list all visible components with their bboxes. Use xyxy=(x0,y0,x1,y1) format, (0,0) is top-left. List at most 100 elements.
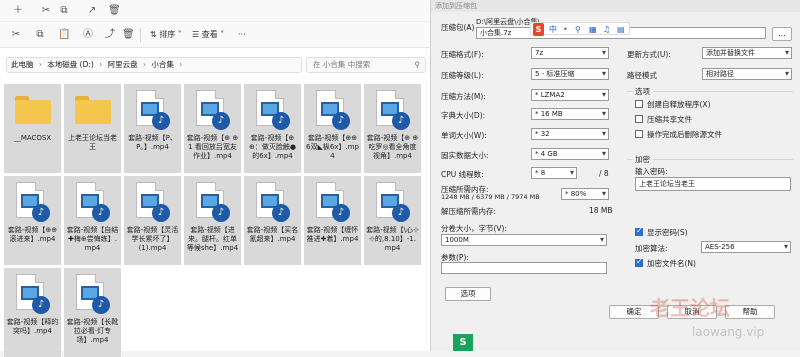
sort-button[interactable]: ⇅ 排序 ˅ xyxy=(150,28,182,42)
file-item[interactable]: ♪ 套路-视频【\心⊹⊹的,8.10】-1.mp4 xyxy=(364,176,421,265)
file-name: 套路-视频【P、P。】.mp4 xyxy=(128,134,177,151)
video-file-icon: ♪ xyxy=(136,182,170,222)
cut-icon[interactable]: ✂ xyxy=(10,29,22,41)
delete-icon[interactable]: 🗑 xyxy=(108,5,121,17)
file-item[interactable]: ♪ 套路-视频【P、P。】.mp4 xyxy=(124,84,181,173)
video-file-icon: ♪ xyxy=(376,182,410,222)
shared-files-label: 压缩共享文件 xyxy=(647,115,692,124)
chevron-down-icon: ˅ xyxy=(217,30,225,39)
file-item[interactable]: ♪ 套路-视频【⊕⊕6双◣枞6x】.mp4 xyxy=(304,84,361,173)
cut-icon[interactable]: ✂ xyxy=(40,5,52,17)
ime-punctuation-icon[interactable]: • xyxy=(563,23,568,36)
file-item[interactable]: ♪ 套路-视频【进来。腿杆。红单等候she】.mp4 xyxy=(184,176,241,265)
microphone-icon[interactable]: ⚲ xyxy=(575,23,581,36)
path-mode-label: 路径模式 xyxy=(627,71,657,80)
solid-select[interactable]: * 4 GB xyxy=(531,148,609,160)
encryption-method-label: 加密算法: xyxy=(635,244,668,253)
file-item[interactable]: ♪ 套路-视频【⊕⊕滚进来】.mp4 xyxy=(4,176,61,265)
method-select[interactable]: * LZMA2 xyxy=(531,89,609,101)
file-name: 套路-视频【缠怀推进✚着】.mp4 xyxy=(306,226,359,243)
sfx-label: 创建自释放程序(X) xyxy=(647,100,711,109)
ime-language-toggle[interactable]: 中 xyxy=(549,23,557,36)
breadcrumb-item[interactable]: 此电脑 xyxy=(11,60,34,69)
browse-button[interactable]: ... xyxy=(772,27,792,41)
file-name: 套路-视频【长靴拉必看·灯专场】.mp4 xyxy=(66,318,119,344)
new-item-icon[interactable]: ＋ xyxy=(12,5,24,17)
paste-icon[interactable]: 📋 xyxy=(58,29,70,41)
cpu-select[interactable]: * 8 xyxy=(531,167,577,179)
method-label: 压缩方法(M): xyxy=(441,92,486,101)
keyboard-icon[interactable]: ▦ xyxy=(589,23,597,36)
sfx-checkbox[interactable] xyxy=(635,100,643,108)
file-name: 上老王论坛当老王 xyxy=(68,134,117,151)
skin-icon[interactable]: ♫ xyxy=(603,23,610,36)
params-field[interactable] xyxy=(441,262,607,274)
file-item[interactable]: ♪ 套路-视频【⊕ ⊕：做灭脸触●的6x】.mp4 xyxy=(244,84,301,173)
encrypt-names-checkbox[interactable] xyxy=(635,257,643,267)
file-name: 套路-视频【买名氰超来】.mp4 xyxy=(246,226,299,243)
share-icon[interactable]: ⤴ xyxy=(104,29,116,41)
rename-icon[interactable]: Ⓐ xyxy=(82,29,94,41)
file-item[interactable]: ♪ 套路-视频【买名氰超来】.mp4 xyxy=(244,176,301,265)
file-item[interactable]: ♪ 套路-视频【⊕ ⊕1 看回放吕宽友作业】.mp4 xyxy=(184,84,241,173)
watermark-logo: 老王论坛 xyxy=(650,296,730,320)
decompress-memory-value: 18 MB xyxy=(589,206,613,215)
delete-after-checkbox[interactable] xyxy=(635,130,643,138)
breadcrumb-item[interactable]: 小合集 xyxy=(151,60,174,69)
cpu-total: / 8 xyxy=(599,169,609,178)
solid-label: 固实数据大小: xyxy=(441,151,489,160)
search-icon: ⚲ xyxy=(414,60,421,69)
video-file-icon: ♪ xyxy=(256,90,290,130)
video-file-icon: ♪ xyxy=(76,274,110,314)
dialog-title: 添加到压缩包 xyxy=(431,0,800,12)
show-password-checkbox[interactable] xyxy=(635,226,643,236)
breadcrumb[interactable]: 此电脑 › 本地磁盘 (D:) › 阿里云盘 › 小合集 › xyxy=(6,57,302,73)
file-item[interactable]: ♪ 套路-视频【灵活学长累坏了】(1).mp4 xyxy=(124,176,181,265)
format-select[interactable]: 7z xyxy=(531,47,609,59)
toolbox-icon[interactable]: ▤ xyxy=(617,23,625,36)
word-select[interactable]: * 32 xyxy=(531,128,609,140)
taskbar-app-icon[interactable]: S xyxy=(453,334,473,351)
breadcrumb-separator: › xyxy=(179,60,183,69)
encryption-group-title: 加密 xyxy=(635,155,650,164)
path-mode-select[interactable]: 相对路径 xyxy=(702,68,792,80)
shared-files-checkbox[interactable] xyxy=(635,115,643,123)
folder-item[interactable]: 上老王论坛当老王 xyxy=(64,84,121,173)
share-icon[interactable]: ↗ xyxy=(86,5,98,17)
format-label: 压缩格式(F): xyxy=(441,50,484,59)
dict-select[interactable]: * 16 MB xyxy=(531,108,609,120)
split-select[interactable]: 1000M xyxy=(441,234,607,246)
memory-usage-select[interactable]: * 80% xyxy=(561,188,609,200)
ime-logo-icon[interactable]: S xyxy=(533,23,544,36)
delete-icon[interactable]: 🗑 xyxy=(122,29,135,41)
watermark-url: laowang.vip xyxy=(692,325,765,339)
view-button[interactable]: ☰ 查看 ˅ xyxy=(192,28,224,42)
copy-icon[interactable]: ⧉ xyxy=(34,29,46,41)
explorer-ribbon: ✂ ⧉ 📋 Ⓐ ⤴ 🗑 ⇅ 排序 ˅ ☰ 查看 ˅ ··· xyxy=(0,22,430,48)
file-item[interactable]: ♪ 套路-视频【自结✚梅⊕尝悔练】.mp4 xyxy=(64,176,121,265)
file-item[interactable]: ♪ 套路-视频【释的突吗】.mp4 xyxy=(4,268,61,357)
file-name: 套路-视频【⊕⊕滚进来】.mp4 xyxy=(7,226,58,243)
help-button[interactable]: 帮助 xyxy=(725,305,775,319)
file-item[interactable]: ♪ 套路-视频【⊕ ⊕吃罗◎看全角度视角】.mp4 xyxy=(364,84,421,173)
level-select[interactable]: 5 - 标准压缩 xyxy=(531,68,609,80)
breadcrumb-item[interactable]: 阿里云盘 xyxy=(108,60,138,69)
password-field[interactable]: 上老王论坛当老王 xyxy=(635,177,791,191)
folder-icon xyxy=(15,96,51,124)
file-item[interactable]: ♪ 套路-视频【长靴拉必看·灯专场】.mp4 xyxy=(64,268,121,357)
video-file-icon: ♪ xyxy=(316,182,350,222)
update-select[interactable]: 添加并替换文件 xyxy=(702,47,792,59)
file-name: 套路-视频【⊕ ⊕：做灭脸触●的6x】.mp4 xyxy=(249,134,296,160)
options-button[interactable]: 选项 xyxy=(445,287,491,301)
ime-toolbar[interactable]: S 中 • ⚲ ▦ ♫ ▤ xyxy=(530,22,630,36)
search-input[interactable]: 在 小合集 中搜索 ⚲ xyxy=(306,57,426,73)
decompress-memory-label: 解压缩所需内存: xyxy=(441,207,497,216)
copy-icon[interactable]: ⧉ xyxy=(58,5,70,17)
folder-item[interactable]: __MACOSX xyxy=(4,84,61,173)
more-options-button[interactable]: ··· xyxy=(238,28,246,42)
file-name: 套路-视频【自结✚梅⊕尝悔练】.mp4 xyxy=(66,226,119,252)
breadcrumb-item[interactable]: 本地磁盘 (D:) xyxy=(47,60,94,69)
video-file-icon: ♪ xyxy=(16,182,50,222)
file-item[interactable]: ♪ 套路-视频【缠怀推进✚着】.mp4 xyxy=(304,176,361,265)
encryption-method-select[interactable]: AES-256 xyxy=(701,241,791,253)
